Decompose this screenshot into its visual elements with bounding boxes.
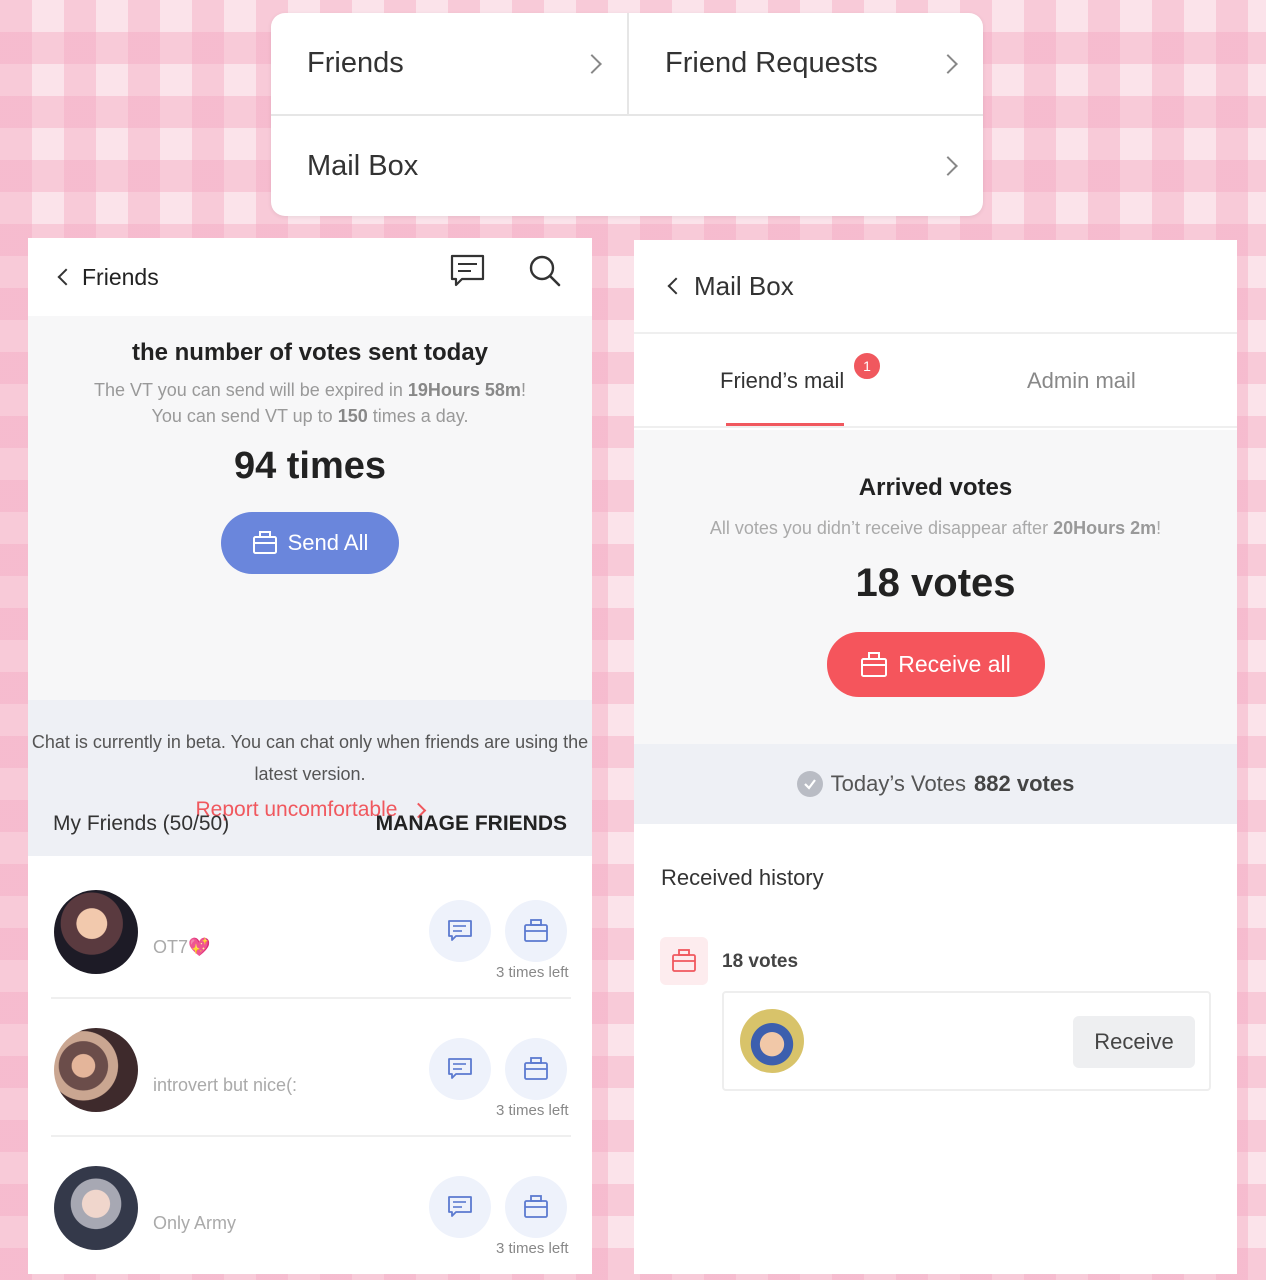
menu-item-friends-label: Friends xyxy=(307,47,404,79)
gift-icon xyxy=(524,919,548,942)
times-left: 3 times left xyxy=(496,1102,569,1119)
manage-friends-button[interactable]: MANAGE FRIENDS xyxy=(376,812,567,836)
mailbox-screen: Mail Box Friend’s mail 1 Admin mail Arri… xyxy=(634,240,1237,1274)
avatar xyxy=(54,890,138,974)
votes-sent-section: the number of votes sent today The VT yo… xyxy=(28,316,592,856)
send-all-label: Send All xyxy=(287,530,369,555)
tab-friends-mail[interactable]: Friend’s mail xyxy=(720,368,844,394)
friend-name: introvert but nice(: xyxy=(153,1075,298,1095)
receive-button[interactable]: Receive xyxy=(1073,1016,1195,1068)
unread-badge: 1 xyxy=(852,351,882,381)
back-icon[interactable] xyxy=(57,268,75,286)
mailbox-header: Mail Box xyxy=(634,240,1237,334)
avatar xyxy=(740,1009,804,1073)
friend-name: OT7💖 xyxy=(153,937,211,957)
chat-icon xyxy=(448,920,472,941)
todays-votes-bar: Today’s Votes 882 votes xyxy=(634,744,1237,824)
send-vote-button[interactable] xyxy=(505,900,567,962)
active-tab-indicator xyxy=(726,423,844,426)
beta-notice: Chat is currently in beta. You can chat … xyxy=(31,732,589,784)
divider xyxy=(51,997,571,999)
chat-icon xyxy=(448,1196,472,1217)
chevron-right-icon xyxy=(938,53,958,74)
menu-item-mail-box-label: Mail Box xyxy=(307,149,419,182)
receive-all-button[interactable]: Receive all xyxy=(826,632,1045,697)
send-all-button[interactable]: Send All xyxy=(221,512,399,574)
arrived-count: 18 votes xyxy=(855,561,1016,605)
times-left: 3 times left xyxy=(496,964,569,981)
sent-count: 94 times xyxy=(233,445,387,487)
history-votes: 18 votes xyxy=(722,951,799,972)
todays-votes-value: 882 votes xyxy=(974,771,1075,796)
received-history-title: Received history xyxy=(661,865,824,890)
send-vote-button[interactable] xyxy=(505,1176,567,1238)
expire-notice: The VT you can send will be expired in 1… xyxy=(94,380,526,400)
gift-icon xyxy=(524,1195,548,1218)
friends-header: Friends xyxy=(28,238,592,316)
receive-all-label: Receive all xyxy=(898,651,1011,677)
avatar xyxy=(54,1166,138,1250)
friend-row: introvert but nice(: 3 times left xyxy=(28,1016,592,1154)
chat-button[interactable] xyxy=(429,1176,491,1238)
arrived-expire-notice: All votes you didn’t receive disappear a… xyxy=(709,518,1162,538)
tab-admin-mail[interactable]: Admin mail xyxy=(1027,368,1136,394)
arrived-votes-section: Arrived votes All votes you didn’t recei… xyxy=(634,430,1237,744)
chevron-right-icon xyxy=(582,53,602,74)
gift-icon xyxy=(660,937,708,985)
gift-icon xyxy=(524,1057,548,1080)
friends-screen: Friends the number of votes sent today T… xyxy=(28,238,592,1274)
my-friends-header: My Friends (50/50) MANAGE FRIENDS xyxy=(53,812,567,836)
times-left: 3 times left xyxy=(496,1240,569,1257)
chat-list-icon[interactable] xyxy=(450,254,486,288)
gift-icon xyxy=(861,651,888,677)
friend-name: Only Army xyxy=(153,1213,237,1233)
page-title[interactable]: Mail Box xyxy=(694,271,794,302)
menu-item-mail-box[interactable]: Mail Box xyxy=(271,116,983,216)
check-circle-icon xyxy=(796,771,823,797)
mail-tabs: Friend’s mail 1 Admin mail xyxy=(634,336,1237,428)
limit-notice: You can send VT up to 150 times a day. xyxy=(151,406,469,426)
chat-button[interactable] xyxy=(429,900,491,962)
search-icon[interactable] xyxy=(528,254,562,288)
my-friends-count: My Friends (50/50) xyxy=(53,812,230,835)
menu-item-friend-requests-label: Friend Requests xyxy=(665,47,878,79)
friend-row: OT7💖 3 times left xyxy=(28,878,592,1016)
friends-menu-card: Friends Friend Requests Mail Box xyxy=(271,13,983,216)
menu-item-friends[interactable]: Friends xyxy=(271,13,627,114)
back-icon[interactable] xyxy=(667,277,685,295)
chat-icon xyxy=(448,1058,472,1079)
page-title[interactable]: Friends xyxy=(82,264,159,291)
avatar xyxy=(54,1028,138,1112)
menu-item-friend-requests[interactable]: Friend Requests xyxy=(629,13,983,114)
gift-icon xyxy=(252,531,277,554)
votes-sent-title: the number of votes sent today xyxy=(131,339,489,366)
friend-row: Only Army 3 times left xyxy=(28,1154,592,1274)
history-item: Receive xyxy=(722,991,1211,1091)
send-vote-button[interactable] xyxy=(505,1038,567,1100)
chat-button[interactable] xyxy=(429,1038,491,1100)
todays-votes-label: Today’s Votes xyxy=(830,771,967,796)
chevron-right-icon xyxy=(938,156,958,176)
divider xyxy=(51,1135,571,1137)
arrived-votes-title: Arrived votes xyxy=(858,474,1013,501)
